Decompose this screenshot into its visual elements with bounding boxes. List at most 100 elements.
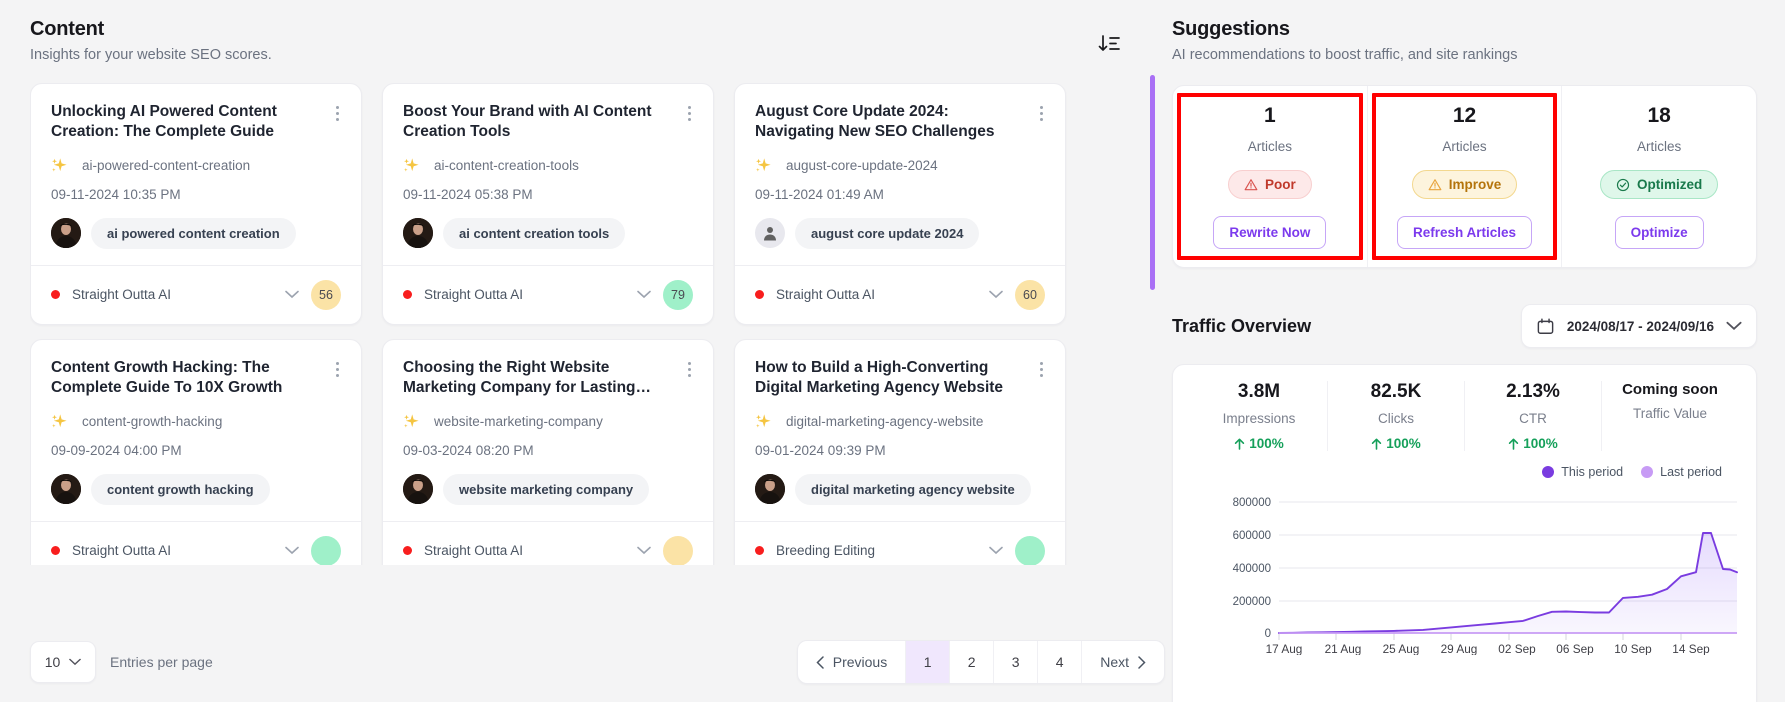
sparkle-icon — [756, 414, 771, 428]
card-site-name: Straight Outta AI — [424, 287, 524, 303]
card-date: 09-09-2024 04:00 PM — [51, 442, 182, 458]
pagination-previous[interactable]: Previous — [798, 641, 907, 683]
suggestions-title: Suggestions — [1172, 18, 1290, 40]
legend-this-period: This period — [1542, 465, 1623, 479]
card-keyword-row: digital marketing agency website — [755, 473, 1045, 505]
optimize-button[interactable]: Optimize — [1614, 216, 1704, 249]
stat-label: Clicks — [1378, 411, 1414, 426]
chart-x-labels: 17 Aug 21 Aug 25 Aug 29 Aug 02 Sep 06 Se… — [1266, 642, 1711, 656]
card-keyword-chip[interactable]: website marketing company — [443, 473, 650, 505]
status-badge-improve-label: Improve — [1448, 177, 1502, 192]
stat-value: 82.5K — [1370, 381, 1422, 402]
stat-clicks: 82.5K Clicks 100% — [1327, 381, 1464, 451]
entries-per-page-label: Entries per page — [110, 654, 213, 670]
content-card[interactable]: Boost Your Brand with AI Content Creatio… — [382, 83, 714, 325]
card-title: Unlocking AI Powered Content Creation: T… — [51, 103, 277, 141]
content-card[interactable]: Choosing the Right Website Marketing Com… — [382, 338, 714, 565]
card-date: 09-11-2024 05:38 PM — [403, 186, 533, 202]
chevron-down-icon — [1726, 321, 1742, 330]
stat-delta-value: 100% — [1386, 436, 1421, 451]
content-card[interactable]: August Core Update 2024: Navigating New … — [734, 83, 1066, 325]
entries-per-page-select[interactable]: 10 — [30, 641, 96, 683]
chart-y-ticks: 800000 600000 400000 200000 0 — [1233, 497, 1271, 640]
date-range-picker[interactable]: 2024/08/17 - 2024/09/16 — [1520, 304, 1757, 348]
card-slug: ai-powered-content-creation — [82, 157, 251, 173]
card-keyword-chip[interactable]: content growth hacking — [91, 473, 270, 505]
legend-swatch — [1641, 466, 1654, 478]
content-card[interactable]: How to Build a High-Converting Digital M… — [734, 338, 1066, 565]
card-keyword-row: ai content creation tools — [403, 217, 693, 249]
chevron-down-icon[interactable] — [989, 546, 1003, 555]
card-keyword-chip[interactable]: august core update 2024 — [795, 217, 980, 249]
svg-text:29 Aug: 29 Aug — [1441, 642, 1478, 655]
card-slug: website-marketing-company — [434, 413, 603, 429]
content-header: Content Insights for your website SEO sc… — [30, 18, 1160, 63]
chevron-down-icon[interactable] — [285, 290, 299, 299]
card-score-badge — [663, 535, 693, 565]
svg-text:17 Aug: 17 Aug — [1266, 642, 1303, 655]
chevron-down-icon[interactable] — [637, 290, 651, 299]
status-dot — [755, 290, 764, 300]
sort-descending-icon[interactable] — [1098, 34, 1120, 59]
stat-label: Impressions — [1222, 411, 1296, 426]
card-body: Content Growth Hacking: The Complete Gui… — [31, 340, 361, 521]
legend-label: Last period — [1660, 465, 1722, 479]
card-score-badge: 79 — [663, 279, 693, 310]
content-scrollbar[interactable] — [1150, 75, 1155, 557]
content-pane: Content Insights for your website SEO sc… — [0, 0, 1165, 702]
stat-value: Coming soon — [1622, 381, 1718, 398]
chevron-down-icon[interactable] — [989, 290, 1003, 299]
card-keyword-chip[interactable]: ai content creation tools — [443, 217, 626, 249]
card-menu-icon[interactable] — [334, 358, 341, 381]
card-footer: Straight Outta AI 79 — [383, 264, 713, 324]
pagination-next[interactable]: Next — [1082, 641, 1164, 683]
suggestions-card: 1 Articles Poor Rewrite Now 12 Articles — [1172, 85, 1757, 268]
card-slug: content-growth-hacking — [82, 413, 223, 429]
pagination-page-3[interactable]: 3 — [994, 641, 1039, 683]
card-title: Content Growth Hacking: The Complete Gui… — [51, 358, 283, 397]
suggestion-column-optimized: 18 Articles Optimized Optimize — [1561, 86, 1756, 267]
status-dot — [755, 546, 764, 556]
card-date: 09-11-2024 01:49 AM — [755, 186, 884, 202]
card-slug: ai-content-creation-tools — [434, 157, 579, 173]
pagination-next-label: Next — [1100, 654, 1129, 670]
avatar — [755, 474, 785, 505]
card-menu-icon[interactable] — [1038, 358, 1045, 381]
chevron-down-icon[interactable] — [637, 546, 651, 555]
chart-area-fill — [1279, 533, 1737, 633]
card-menu-icon[interactable] — [1038, 102, 1045, 125]
stat-delta-value: 100% — [1249, 436, 1284, 451]
traffic-area-chart: 800000 600000 400000 200000 0 17 Aug 21 … — [1233, 497, 1738, 656]
stat-delta-value: 100% — [1523, 436, 1558, 451]
card-date: 09-01-2024 09:39 PM — [755, 442, 886, 458]
card-menu-icon[interactable] — [686, 102, 693, 125]
svg-text:02 Sep: 02 Sep — [1498, 642, 1536, 655]
pagination-page-4[interactable]: 4 — [1038, 641, 1083, 683]
suggestion-unit: Articles — [1637, 139, 1682, 154]
card-keyword-row: august core update 2024 — [755, 217, 1045, 249]
card-menu-icon[interactable] — [686, 358, 693, 381]
content-card[interactable]: Unlocking AI Powered Content Creation: T… — [30, 83, 362, 325]
arrow-up-icon — [1509, 438, 1519, 450]
chevron-down-icon[interactable] — [285, 546, 299, 555]
refresh-articles-button[interactable]: Refresh Articles — [1396, 216, 1533, 249]
sparkle-icon — [404, 414, 419, 428]
card-top: Boost Your Brand with AI Content Creatio… — [403, 102, 693, 143]
suggestions-pane: Suggestions AI recommendations to boost … — [1160, 0, 1785, 702]
card-top: Content Growth Hacking: The Complete Gui… — [51, 358, 341, 399]
card-keyword-chip[interactable]: digital marketing agency website — [795, 473, 1031, 505]
status-dot — [403, 290, 412, 300]
card-top: Choosing the Right Website Marketing Com… — [403, 358, 693, 399]
card-keyword-chip[interactable]: ai powered content creation — [91, 217, 296, 249]
content-card[interactable]: Content Growth Hacking: The Complete Gui… — [30, 338, 362, 565]
suggestion-count: 1 — [1263, 104, 1276, 127]
status-dot — [51, 546, 60, 556]
entries-per-page: 10 Entries per page — [30, 641, 213, 683]
pagination-page-1[interactable]: 1 — [906, 641, 951, 683]
rewrite-now-button[interactable]: Rewrite Now — [1213, 216, 1327, 249]
content-scrollbar-thumb[interactable] — [1150, 75, 1155, 290]
pagination-page-2[interactable]: 2 — [950, 641, 995, 683]
card-slug-row: digital-marketing-agency-website — [755, 413, 1045, 430]
card-menu-icon[interactable] — [334, 102, 341, 125]
card-score-badge: 60 — [1015, 279, 1045, 310]
